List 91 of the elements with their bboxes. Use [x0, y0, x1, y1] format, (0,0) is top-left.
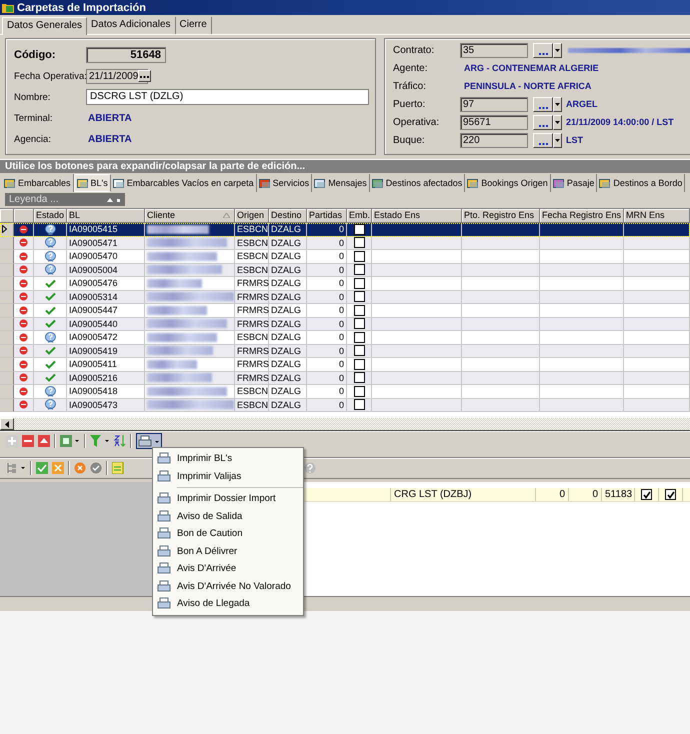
- table-cell: 0: [307, 372, 347, 385]
- table-cell: FRMRS: [235, 318, 269, 331]
- column-header[interactable]: Pto. Registro Ens: [462, 209, 540, 223]
- tab[interactable]: Datos Adicionales: [87, 17, 176, 34]
- field-label: Contrato:: [393, 44, 436, 56]
- table-cell: 0: [307, 290, 347, 304]
- table-row[interactable]: IA09005314 FRMRS DZALG 0: [0, 290, 690, 304]
- menu-item[interactable]: Bon A Délivrer: [153, 542, 303, 560]
- table-cell: DZALG: [269, 264, 307, 277]
- table-cell: FRMRS: [235, 290, 269, 304]
- field-value: ABIERTA: [88, 134, 132, 144]
- field-value: 21/11/2009 14:00:00 / LST: [566, 117, 674, 127]
- field-label: Agencia:: [14, 134, 52, 144]
- table-cell: IA09005004: [67, 264, 145, 277]
- field-label: Nombre:: [14, 92, 52, 102]
- date-field[interactable]: 21/11/2009: [86, 68, 148, 84]
- field-label: Fecha Operativa:: [14, 70, 86, 82]
- column-header[interactable]: Origen: [235, 209, 269, 223]
- field-value: ARG - CONTENEMAR ALGERIE: [464, 63, 599, 73]
- table-row[interactable]: IA09005473 ESBCN DZALG 0: [0, 398, 690, 412]
- table-cell: DZALG: [269, 344, 307, 358]
- lookup-field[interactable]: 35: [460, 42, 528, 58]
- column-header[interactable]: Partidas: [307, 209, 347, 223]
- column-header[interactable]: Emb.: [347, 209, 372, 223]
- field-label: Agente:: [393, 62, 428, 74]
- table-cell: 51183: [602, 488, 635, 501]
- table-cell: 0: [569, 488, 602, 501]
- column-header[interactable]: MRN Ens: [624, 209, 690, 223]
- table-cell: 0: [307, 318, 347, 331]
- field-value: LST: [566, 135, 583, 145]
- table-cell: 0: [536, 488, 569, 501]
- tab[interactable]: BL's: [74, 174, 111, 192]
- table-cell: 0: [307, 344, 347, 358]
- field-value: ARGEL: [566, 99, 598, 109]
- table-row[interactable]: IA09005471 ESBCN DZALG 0: [0, 236, 690, 250]
- table-cell: IA09005473: [67, 398, 145, 412]
- menu-item[interactable]: Aviso de Salida: [153, 508, 303, 525]
- code-field: 51648: [86, 47, 166, 63]
- table-cell: FRMRS: [235, 344, 269, 358]
- column-header[interactable]: Estado Ens: [372, 209, 462, 223]
- table-cell: 0: [307, 264, 347, 277]
- table-cell: DZALG: [269, 290, 307, 304]
- table-cell: 0: [307, 236, 347, 250]
- table-cell: FRMRS: [235, 372, 269, 385]
- menu-item[interactable]: Bon de Caution: [153, 525, 303, 542]
- table-cell: DZALG: [269, 318, 307, 331]
- table-cell: CRG LST (DZBJ): [391, 488, 536, 501]
- field-label: Terminal:: [14, 112, 54, 124]
- tab[interactable]: Datos Generales: [2, 17, 88, 35]
- table-cell: DZALG: [269, 236, 307, 250]
- column-header[interactable]: Cliente: [145, 209, 235, 223]
- lookup-field[interactable]: 95671: [460, 114, 528, 130]
- table-cell: ESBCN: [235, 264, 269, 277]
- column-header[interactable]: Estado: [34, 209, 67, 223]
- lookup-field[interactable]: 220: [460, 132, 528, 148]
- table-row[interactable]: IA09005004 ESBCN DZALG 0: [0, 264, 690, 277]
- field-label: Operativa:: [393, 116, 440, 128]
- table-row[interactable]: IA09005419 FRMRS DZALG 0: [0, 344, 690, 358]
- menu-item[interactable]: Imprimir Valijas: [153, 468, 303, 485]
- column-header[interactable]: BL: [67, 209, 145, 223]
- table-cell: ESBCN: [235, 398, 269, 412]
- table-cell: IA09005216: [67, 372, 145, 385]
- field-label: Buque:: [393, 134, 426, 146]
- table-cell: IA09005440: [67, 318, 145, 331]
- menu-item[interactable]: Avis D'Arrivée: [153, 560, 303, 578]
- column-header[interactable]: Destino: [269, 209, 307, 223]
- window-title: Carpetas de Importación: [17, 2, 146, 14]
- tab[interactable]: Cierre: [176, 17, 212, 34]
- table-cell: IA09005314: [67, 290, 145, 304]
- table-row[interactable]: IA09005440 FRMRS DZALG 0: [0, 318, 690, 331]
- table-row[interactable]: IA09005415 ESBCN DZALG 0: [0, 223, 690, 236]
- name-field[interactable]: DSCRG LST (DZLG): [86, 89, 369, 105]
- field-value: ABIERTA: [88, 112, 132, 124]
- table-cell: ESBCN: [235, 236, 269, 250]
- hint-text: Utilice los botones para expandir/colapsar la parte de edición...: [5, 161, 306, 172]
- table-cell: DZALG: [269, 398, 307, 412]
- legend-bar[interactable]: Leyenda ...: [5, 193, 125, 206]
- table-cell: 0: [307, 398, 347, 412]
- table-cell: DZALG: [269, 372, 307, 385]
- menu-item[interactable]: Avis D'Arrivée No Valorado: [153, 578, 303, 595]
- field-label: Puerto:: [393, 98, 426, 110]
- lookup-field[interactable]: 97: [460, 96, 528, 112]
- menu-item[interactable]: Aviso de Llegada: [153, 595, 303, 612]
- field-value: PENINSULA - NORTE AFRICA: [464, 81, 592, 91]
- column-header[interactable]: Fecha Registro Ens: [540, 209, 624, 223]
- table-cell: IA09005419: [67, 344, 145, 358]
- menu-item[interactable]: Imprimir BL's: [153, 450, 303, 468]
- table-cell: IA09005471: [67, 236, 145, 250]
- field-label: Código:: [14, 49, 57, 61]
- field-label: Tráfico:: [393, 80, 427, 92]
- table-row[interactable]: IA09005216 FRMRS DZALG 0: [0, 372, 690, 385]
